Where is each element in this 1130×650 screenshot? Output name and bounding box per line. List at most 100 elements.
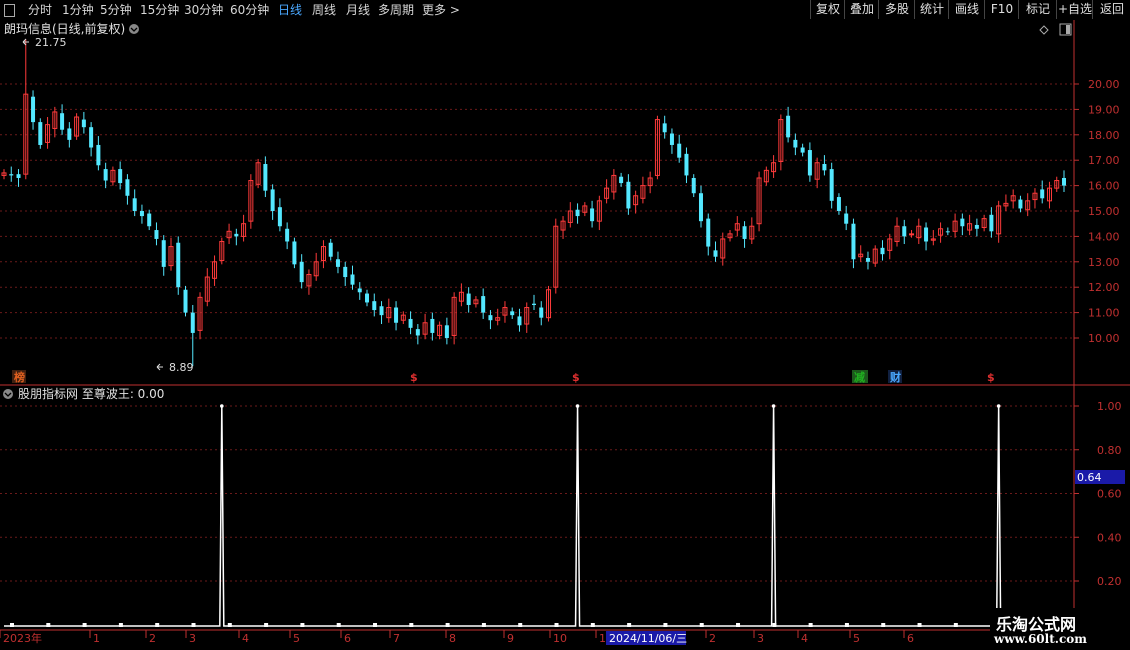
toolbar-button-2[interactable]: 多股 — [878, 0, 915, 19]
candle-body — [481, 296, 486, 313]
event-tag[interactable]: $ — [410, 371, 418, 384]
baseline-marker — [844, 623, 849, 627]
candle-body — [706, 218, 711, 247]
candle-body — [590, 208, 595, 222]
candle-body — [328, 242, 333, 257]
candle-body — [786, 115, 791, 138]
period-tab-2[interactable]: 5分钟 — [100, 0, 132, 20]
candle-body — [713, 250, 718, 257]
period-tab-6[interactable]: 日线 — [278, 0, 302, 20]
candle-body — [924, 227, 929, 242]
candle-body — [698, 193, 703, 222]
baseline-marker — [155, 623, 160, 627]
candle-body — [292, 241, 297, 265]
period-tab-7[interactable]: 周线 — [312, 0, 336, 20]
baseline-marker — [10, 623, 14, 627]
date-label: 5 — [293, 632, 300, 645]
candle-body — [118, 169, 123, 184]
period-tab-3[interactable]: 15分钟 — [140, 0, 179, 20]
candle-body — [372, 301, 377, 311]
candle-body — [379, 306, 384, 316]
candle-body — [909, 233, 915, 236]
baseline-marker — [46, 623, 51, 627]
event-tag[interactable]: $ — [572, 371, 580, 384]
candle-body — [147, 213, 152, 227]
toolbar-button-4[interactable]: 画线 — [948, 0, 985, 19]
candle-body — [96, 144, 101, 166]
candle-body — [466, 293, 471, 305]
toolbar-button-0[interactable]: 复权 — [810, 0, 845, 19]
date-label: 2 — [149, 632, 156, 645]
event-tag[interactable]: $ — [987, 371, 995, 384]
cursor-value: 0.64 — [1077, 471, 1102, 484]
baseline-marker — [590, 623, 595, 627]
toolbar-button-6[interactable]: 标记 — [1018, 0, 1057, 19]
candle-body — [626, 181, 631, 209]
candle-body — [234, 233, 239, 237]
candle-body — [807, 150, 812, 176]
price-tick-label: 20.00 — [1088, 78, 1120, 91]
candle-body — [38, 122, 43, 145]
toolbar-button-7[interactable]: +自选 — [1056, 0, 1093, 19]
date-label: 2023年 — [3, 631, 42, 645]
price-tick-label: 13.00 — [1088, 256, 1120, 269]
toolbar-button-8[interactable]: 返回 — [1092, 0, 1130, 19]
candle-body — [357, 288, 362, 293]
candle-body — [742, 226, 747, 239]
candle-body — [89, 127, 94, 148]
event-tag[interactable]: 减 — [854, 370, 865, 384]
candle-body — [974, 224, 979, 229]
candle-body — [619, 176, 624, 184]
period-tab-8[interactable]: 月线 — [346, 0, 370, 20]
candle-body — [343, 266, 348, 278]
highlighted-date: 2024/11/06/三 — [609, 632, 687, 645]
period-tab-5[interactable]: 60分钟 — [230, 0, 269, 20]
candle-body — [836, 197, 841, 211]
indicator-title: 股朋指标网 至尊波王: 0.00 — [18, 386, 164, 401]
candle-body — [176, 242, 181, 288]
toolbar-button-3[interactable]: 统计 — [914, 0, 949, 19]
high-value-label: 21.75 — [35, 36, 67, 49]
candle-body — [822, 164, 827, 171]
candle-body — [800, 147, 805, 153]
price-tick-label: 19.00 — [1088, 103, 1120, 116]
toolbar-button-5[interactable]: F10 — [984, 0, 1019, 19]
price-tick-label: 11.00 — [1088, 307, 1120, 320]
indicator-tick-label: 0.20 — [1097, 575, 1122, 588]
indicator-grid — [0, 405, 1074, 582]
indicator-dropdown-icon[interactable] — [3, 389, 13, 399]
event-tag[interactable]: 榜 — [14, 370, 25, 384]
period-tab-0[interactable]: 分时 — [28, 0, 52, 20]
baseline-marker — [227, 623, 232, 627]
baseline-marker — [627, 623, 632, 627]
baseline-marker — [663, 623, 668, 627]
event-tag[interactable]: 财 — [889, 370, 901, 384]
price-tick-label: 14.00 — [1088, 230, 1120, 243]
main-panel-bg — [0, 20, 1130, 386]
candle-body — [263, 164, 268, 191]
period-tab-4[interactable]: 30分钟 — [184, 0, 223, 20]
candle-body — [31, 96, 36, 123]
price-tick-label: 17.00 — [1088, 154, 1120, 167]
candle-body — [880, 247, 885, 255]
period-tab-1[interactable]: 1分钟 — [62, 0, 94, 20]
price-tick-label: 15.00 — [1088, 205, 1120, 218]
period-tab-10[interactable]: 更多 > — [422, 0, 460, 20]
price-tick-label: 18.00 — [1088, 129, 1120, 142]
toolbar-button-1[interactable]: 叠加 — [844, 0, 879, 19]
baseline-marker — [481, 623, 486, 627]
period-tab-9[interactable]: 多周期 — [378, 0, 414, 20]
indicator-tick-label: 0.40 — [1097, 531, 1122, 544]
baseline-marker — [264, 623, 269, 627]
baseline-marker — [300, 623, 305, 627]
title-dropdown-icon[interactable] — [129, 24, 139, 34]
window-icon[interactable] — [4, 4, 15, 17]
candle-body — [1018, 199, 1023, 209]
date-label: 1 — [93, 632, 100, 645]
date-label: 2 — [709, 632, 716, 645]
baseline-marker — [554, 623, 559, 627]
date-label: 6 — [907, 632, 914, 645]
price-tick-label: 12.00 — [1088, 281, 1120, 294]
date-axis: 2023年 1 2 3 4 5 6 7 8 9 10 1 2 3 4 5 6 — [0, 630, 914, 645]
candle-body — [662, 123, 667, 133]
